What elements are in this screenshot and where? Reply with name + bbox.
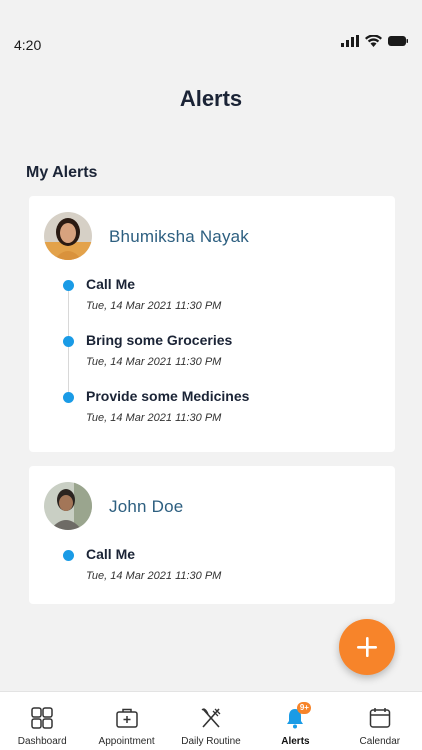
battery-icon [388, 36, 408, 46]
signal-icon [341, 35, 359, 47]
nav-alerts-icon-wrap: 9+ [283, 702, 312, 730]
nav-dashboard[interactable]: Dashboard [0, 692, 84, 750]
status-bar: 4:20 [0, 0, 422, 60]
contact-name: John Doe [109, 497, 184, 516]
nav-calendar[interactable]: Calendar [338, 692, 422, 750]
nav-label: Daily Routine [181, 736, 241, 747]
notification-badge: 9+ [297, 702, 312, 714]
nav-appointment[interactable]: Appointment [84, 692, 168, 750]
plus-icon [357, 637, 377, 657]
alert-time: Tue, 14 Mar 2021 11:30 PM [86, 300, 222, 312]
add-alert-button[interactable] [339, 619, 395, 675]
timeline-dot [63, 550, 74, 561]
bottom-nav: Dashboard Appointment Daily Routine 9+ A… [0, 691, 422, 750]
calendar-icon [369, 708, 391, 728]
alert-card[interactable]: Bhumiksha Nayak Call Me Tue, 14 Mar 2021… [29, 196, 395, 452]
timeline-dot [63, 280, 74, 291]
section-title: My Alerts [26, 164, 98, 181]
cutlery-icon [201, 708, 221, 728]
alert-time: Tue, 14 Mar 2021 11:30 PM [86, 356, 222, 368]
alert-time: Tue, 14 Mar 2021 11:30 PM [86, 412, 222, 424]
alert-title: Provide some Medicines [86, 388, 250, 404]
alert-title: Call Me [86, 546, 136, 562]
nav-alerts[interactable]: 9+ Alerts [253, 692, 337, 750]
medical-bag-icon [115, 708, 138, 728]
contact-name: Bhumiksha Nayak [109, 227, 250, 246]
timeline-dot [63, 392, 74, 403]
nav-label: Alerts [281, 736, 310, 747]
nav-label: Appointment [98, 736, 155, 747]
nav-label: Calendar [359, 736, 401, 747]
alert-time: Tue, 14 Mar 2021 11:30 PM [86, 570, 222, 582]
alert-title: Call Me [86, 276, 136, 292]
timeline-dot [63, 336, 74, 347]
alert-card[interactable]: John Doe Call Me Tue, 14 Mar 2021 11:30 … [29, 466, 395, 604]
page-title: Alerts [179, 86, 243, 111]
status-icons [341, 35, 408, 47]
nav-label: Dashboard [17, 736, 67, 747]
alert-title: Bring some Groceries [86, 332, 233, 348]
grid-icon [31, 707, 53, 729]
avatar [44, 482, 92, 530]
wifi-icon [365, 35, 382, 47]
nav-daily-routine[interactable]: Daily Routine [169, 692, 253, 750]
avatar [44, 212, 92, 260]
status-time: 4:20 [14, 37, 42, 53]
